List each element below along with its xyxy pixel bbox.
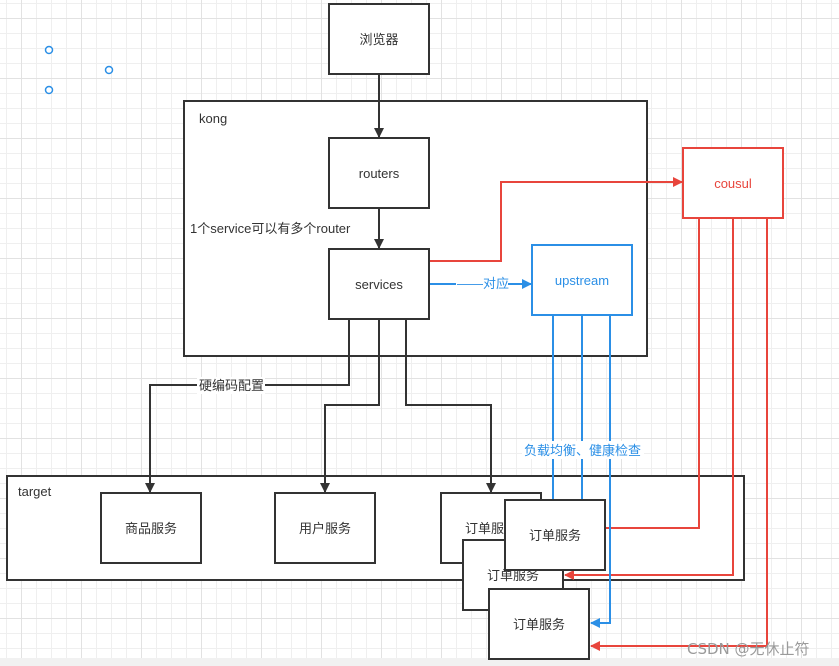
connection-handle[interactable]	[44, 45, 54, 55]
node-user-service[interactable]: 用户服务	[274, 492, 376, 564]
node-services-label: services	[355, 277, 403, 292]
node-cousul[interactable]: cousul	[682, 147, 784, 219]
watermark: CSDN @无休止符	[687, 640, 810, 658]
node-services[interactable]: services	[328, 248, 430, 320]
node-product-service[interactable]: 商品服务	[100, 492, 202, 564]
node-order-service-3-label: 订单服务	[529, 528, 581, 543]
node-cousul-label: cousul	[714, 176, 752, 191]
node-browser[interactable]: 浏览器	[328, 3, 430, 75]
node-upstream[interactable]: upstream	[531, 244, 633, 316]
node-routers[interactable]: routers	[328, 137, 430, 209]
connection-handle[interactable]	[44, 85, 54, 95]
edge-label-service-router: 1个service可以有多个router	[190, 221, 351, 236]
node-user-service-label: 用户服务	[299, 521, 351, 536]
node-order-service-3[interactable]: 订单服务	[504, 499, 606, 571]
edge-label-maps-to: ——对应	[457, 276, 509, 291]
node-routers-label: routers	[359, 166, 400, 181]
node-upstream-label: upstream	[555, 273, 609, 288]
node-product-service-label: 商品服务	[125, 521, 177, 536]
target-label: target	[18, 484, 52, 499]
diagram: kong target 浏览器 routers services upstrea…	[6, 3, 810, 660]
kong-label: kong	[199, 111, 227, 126]
node-order-service-4[interactable]: 订单服务	[488, 588, 590, 660]
edge-label-lb-health: 负载均衡、健康检查	[524, 443, 641, 458]
connection-handle[interactable]	[104, 65, 114, 75]
node-browser-label: 浏览器	[359, 32, 398, 47]
node-order-service-4-label: 订单服务	[513, 617, 565, 632]
edge-label-hardcoded: 硬编码配置	[199, 378, 264, 393]
